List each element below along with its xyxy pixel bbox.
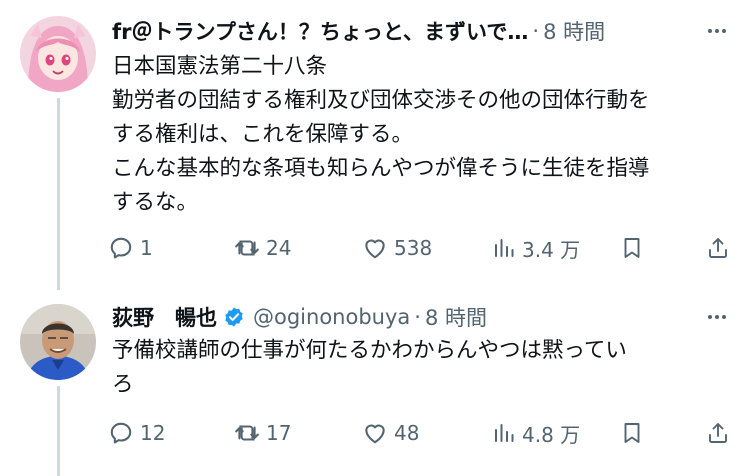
views-chart-icon	[495, 424, 514, 442]
more-options-button[interactable]	[704, 18, 730, 44]
retweet-count: 24	[266, 236, 292, 260]
display-name[interactable]: fr＠トランプさん！？ちょっと、まずいで…	[112, 16, 528, 46]
heart-icon	[365, 239, 385, 259]
retweet-icon	[235, 425, 259, 441]
tweet-header: fr＠トランプさん！？ちょっと、まずいで… · 8 時間	[112, 14, 730, 48]
text-line: ろ	[112, 372, 134, 397]
share-icon	[709, 423, 727, 443]
man-photo-avatar-icon	[20, 304, 96, 380]
tweet-text: 予備校講師の仕事が何たるかわからんやつは黙ってい ろ	[112, 334, 728, 402]
reply-button[interactable]: 12	[108, 415, 165, 451]
views-chart-icon	[495, 239, 514, 257]
action-bar: 1 24 538 3.4 万	[108, 230, 730, 266]
separator-dot: ·	[414, 305, 421, 329]
more-options-button[interactable]	[704, 304, 730, 330]
share-icon	[709, 238, 727, 258]
more-icon	[708, 315, 726, 319]
view-count: 4.8 万	[522, 422, 581, 447]
retweet-icon	[235, 240, 259, 256]
reply-icon	[110, 237, 132, 259]
reply-icon	[110, 422, 132, 444]
timestamp[interactable]: 8 時間	[425, 302, 487, 332]
text-line: 勤労者の団結する権利及び団体交渉その他の団体行動を	[112, 88, 650, 113]
handle[interactable]: @oginonobuya	[253, 305, 410, 329]
retweet-count: 17	[266, 421, 292, 445]
separator-dot: ·	[532, 19, 540, 43]
share-button[interactable]	[706, 230, 730, 266]
like-count: 48	[394, 421, 420, 445]
bookmark-button[interactable]	[620, 230, 644, 266]
bookmark-icon	[624, 423, 640, 443]
thread-line	[57, 98, 60, 290]
avatar[interactable]	[20, 16, 96, 92]
like-button[interactable]: 48	[362, 415, 419, 451]
retweet-button[interactable]: 24	[234, 230, 291, 266]
bookmark-button[interactable]	[620, 415, 644, 451]
reply-count: 12	[140, 421, 166, 445]
tweet[interactable]: 荻野 暢也 @oginonobuya · 8 時間 予備校講師の仕事が何たるかわ…	[0, 290, 750, 476]
text-line: するな。	[112, 190, 199, 215]
text-line: こんな基本的な条項も知らんやつが偉そうに生徒を指導	[112, 156, 650, 181]
action-bar: 12 17 48 4.8 万	[108, 415, 730, 451]
display-name[interactable]: 荻野 暢也	[112, 302, 217, 332]
share-button[interactable]	[706, 415, 730, 451]
more-icon	[708, 29, 726, 33]
bookmark-icon	[624, 238, 640, 258]
retweet-button[interactable]: 17	[234, 415, 291, 451]
reply-count: 1	[140, 236, 153, 260]
heart-icon	[365, 424, 385, 444]
views-button[interactable]: 3.4 万	[492, 230, 580, 266]
like-button[interactable]: 538	[362, 230, 432, 266]
avatar[interactable]	[20, 304, 96, 380]
tweet-header: 荻野 暢也 @oginonobuya · 8 時間	[112, 300, 730, 334]
verified-badge-icon[interactable]	[223, 306, 245, 328]
text-line: する権利は、これを保障する。	[112, 122, 414, 147]
text-line: 日本国憲法第二十八条	[112, 54, 328, 79]
reply-button[interactable]: 1	[108, 230, 153, 266]
view-count: 3.4 万	[522, 237, 581, 262]
anime-girl-avatar-icon	[20, 16, 96, 92]
text-line: 予備校講師の仕事が何たるかわからんやつは黙ってい	[112, 338, 627, 363]
timestamp[interactable]: 8 時間	[543, 16, 605, 46]
views-button[interactable]: 4.8 万	[492, 415, 580, 451]
thread-line	[57, 386, 60, 476]
tweet-text: 日本国憲法第二十八条 勤労者の団結する権利及び団体交渉その他の団体行動を する権…	[112, 50, 728, 220]
tweet[interactable]: fr＠トランプさん！？ちょっと、まずいで… · 8 時間 日本国憲法第二十八条 …	[0, 0, 750, 290]
like-count: 538	[394, 236, 433, 260]
